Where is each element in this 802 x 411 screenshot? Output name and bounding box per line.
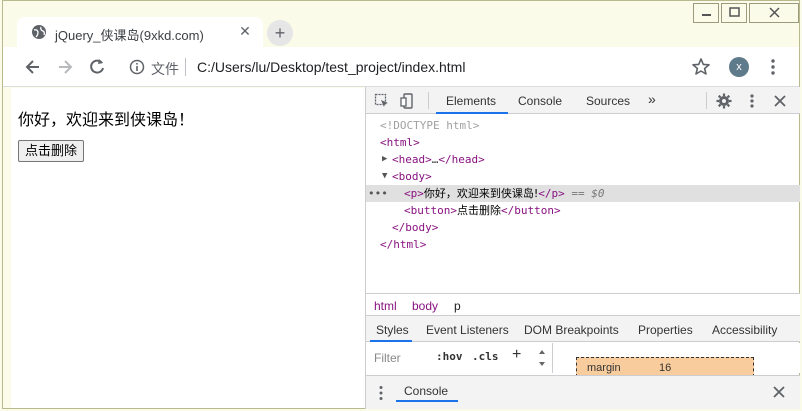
kebab-menu-icon[interactable] xyxy=(765,57,781,77)
minimize-button[interactable] xyxy=(693,3,719,23)
drawer-console-tab[interactable]: Console xyxy=(404,384,448,398)
tab-dom-breakpoints[interactable]: DOM Breakpoints xyxy=(524,323,619,337)
close-drawer-icon[interactable] xyxy=(772,385,786,399)
margin-label: margin xyxy=(587,362,621,374)
forward-icon[interactable] xyxy=(55,57,75,77)
browser-tab[interactable]: jQuery_侠课岛(9xkd.com) ✕ xyxy=(17,17,263,47)
active-subtab-indicator xyxy=(370,340,412,342)
dom-node-doctype[interactable]: <!DOCTYPE html> xyxy=(366,117,800,134)
tab-close-icon[interactable]: ✕ xyxy=(237,23,253,39)
settings-gear-icon[interactable] xyxy=(716,93,732,109)
tab-accessibility[interactable]: Accessibility xyxy=(712,323,777,337)
tab-styles[interactable]: Styles xyxy=(376,323,409,337)
devtools-menu-icon[interactable] xyxy=(744,93,760,109)
maximize-button[interactable] xyxy=(721,3,747,23)
doctype-text: <!DOCTYPE html> xyxy=(380,119,480,132)
tab-elements[interactable]: Elements xyxy=(446,94,496,108)
bookmark-star-icon[interactable] xyxy=(691,57,711,77)
styles-pane: Filter :hov .cls + margin 16 xyxy=(366,343,800,377)
info-icon[interactable] xyxy=(129,59,145,75)
collapse-triangle-icon[interactable]: ▼ xyxy=(382,168,387,185)
more-tabs-icon[interactable]: » xyxy=(648,91,656,107)
styles-filter-input[interactable]: Filter xyxy=(374,351,401,365)
html-close-tag: </html> xyxy=(380,238,427,251)
dom-node-body-close[interactable]: </body> xyxy=(366,219,800,236)
hover-state-toggle[interactable]: :hov xyxy=(436,350,463,363)
dom-node-body[interactable]: ▼ <body> xyxy=(366,168,800,185)
tab-sources[interactable]: Sources xyxy=(586,94,630,108)
breadcrumb: html body p xyxy=(366,293,800,315)
drawer-active-indicator xyxy=(396,400,458,402)
close-window-button[interactable] xyxy=(749,3,799,23)
device-toolbar-icon[interactable] xyxy=(400,93,416,109)
breadcrumb-body[interactable]: body xyxy=(412,299,438,313)
dom-node-button[interactable]: <button>点击删除</button> xyxy=(366,202,800,219)
close-devtools-icon[interactable] xyxy=(772,93,788,109)
body-open-tag: <body> xyxy=(392,170,432,183)
delete-button[interactable]: 点击删除 xyxy=(18,140,85,162)
address-bar[interactable]: C:/Users/lu/Desktop/test_project/index.h… xyxy=(197,59,465,75)
breadcrumb-p[interactable]: p xyxy=(454,299,461,313)
new-rule-icon[interactable]: + xyxy=(512,346,521,364)
tab-event-listeners[interactable]: Event Listeners xyxy=(426,323,509,337)
scroll-arrows-icon[interactable] xyxy=(538,347,546,369)
breadcrumb-html[interactable]: html xyxy=(374,299,397,313)
styles-tabbar: Styles Event Listeners DOM Breakpoints P… xyxy=(366,315,800,342)
margin-value[interactable]: 16 xyxy=(659,362,671,374)
devtools-tabbar: Elements Console Sources » xyxy=(366,87,800,114)
selected-marker: == $0 xyxy=(571,187,605,200)
tab-title: jQuery_侠课岛(9xkd.com) xyxy=(55,28,204,43)
button-text-node: 点击删除 xyxy=(456,204,501,217)
console-drawer: Console xyxy=(366,375,800,409)
welcome-paragraph: 你好，欢迎来到侠课岛！ xyxy=(18,112,195,129)
browser-window: jQuery_侠课岛(9xkd.com) ✕ + 文件 C:/Users/lu/… xyxy=(2,0,800,409)
expand-triangle-icon[interactable]: ▶ xyxy=(382,151,387,168)
new-tab-button[interactable]: + xyxy=(267,20,293,46)
dom-node-html[interactable]: <html> xyxy=(366,134,800,151)
toolbar-divider xyxy=(706,92,707,109)
close-icon xyxy=(769,7,780,18)
devtools-panel: Elements Console Sources » <!DOCTYPE htm… xyxy=(365,87,800,409)
address-divider xyxy=(185,58,186,76)
back-icon[interactable] xyxy=(23,57,43,77)
tab-properties[interactable]: Properties xyxy=(638,323,693,337)
body-close-tag: </body> xyxy=(392,221,439,234)
address-scheme-label: 文件 xyxy=(151,61,179,77)
node-actions-icon[interactable]: ••• xyxy=(368,185,388,202)
tab-console[interactable]: Console xyxy=(518,94,562,108)
html-open-tag: <html> xyxy=(380,136,420,149)
class-toggle[interactable]: .cls xyxy=(472,350,499,363)
page-viewport: 你好，欢迎来到侠课岛！ 点击删除 xyxy=(11,88,365,408)
browser-toolbar: 文件 C:/Users/lu/Desktop/test_project/inde… xyxy=(3,47,799,87)
tab-strip: jQuery_侠课岛(9xkd.com) ✕ + xyxy=(3,1,799,47)
pane-divider xyxy=(552,343,553,373)
inspect-element-icon[interactable] xyxy=(374,93,390,109)
toolbar-divider xyxy=(428,92,429,109)
dom-node-html-close[interactable]: </html> xyxy=(366,236,800,253)
active-tab-indicator xyxy=(436,112,508,114)
globe-icon xyxy=(32,25,46,39)
dom-node-p-selected[interactable]: ••• <p>你好，欢迎来到侠课岛!</p> == $0 xyxy=(366,185,800,202)
p-text-node: 你好，欢迎来到侠课岛! xyxy=(423,187,539,200)
maximize-icon xyxy=(729,7,740,17)
drawer-menu-icon[interactable] xyxy=(378,385,384,401)
minimize-icon xyxy=(702,14,711,16)
reload-icon[interactable] xyxy=(87,57,107,77)
dom-node-head[interactable]: ▶ <head>…</head> xyxy=(366,151,800,168)
dom-tree: <!DOCTYPE html> <html> ▶ <head>…</head> … xyxy=(366,115,800,293)
box-model-margin: margin 16 xyxy=(576,357,754,377)
profile-avatar[interactable]: x xyxy=(729,57,749,77)
head-tag: <head>…</head> xyxy=(392,153,485,166)
